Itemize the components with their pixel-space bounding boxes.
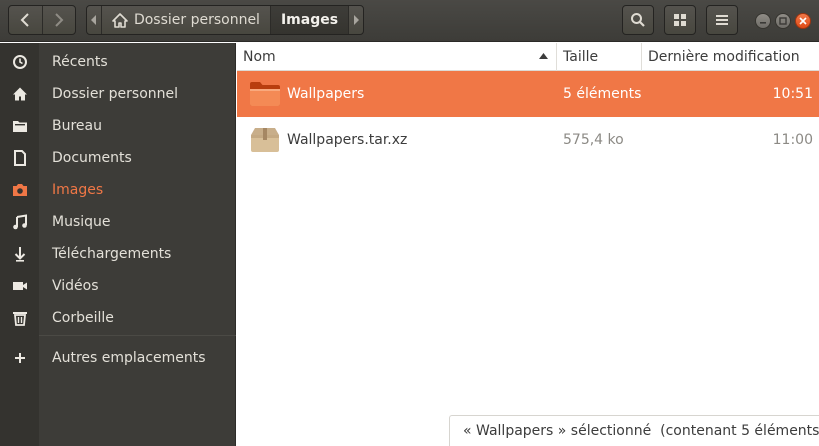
search-icon — [631, 13, 645, 27]
sidebar-item-home[interactable]: Dossier personnel — [0, 78, 236, 110]
file-modified: 11:00 — [772, 132, 813, 148]
file-name: Wallpapers — [287, 86, 365, 102]
minimize-icon — [760, 22, 766, 24]
file-size: 5 éléments — [563, 86, 642, 102]
selection-status-text: « Wallpapers » sélectionné (contenant 5 … — [463, 423, 819, 439]
plus-icon — [0, 352, 39, 364]
folder-icon — [249, 71, 285, 117]
sidebar-item-pictures[interactable]: Images — [0, 174, 236, 206]
sidebar-item-trash[interactable]: Corbeille — [0, 302, 236, 334]
path-scroll-left-button[interactable] — [87, 6, 102, 34]
search-button[interactable] — [622, 5, 654, 35]
close-button[interactable] — [795, 13, 811, 29]
hamburger-menu-icon — [716, 15, 728, 25]
breadcrumb-current-label: Images — [280, 12, 339, 28]
home-icon — [0, 86, 39, 102]
navigation-buttons — [8, 5, 76, 35]
sidebar-item-label: Bureau — [52, 118, 102, 134]
sidebar-item-recents[interactable]: Récents — [0, 46, 236, 78]
sidebar-item-label: Images — [52, 182, 104, 198]
file-name: Wallpapers.tar.xz — [287, 132, 408, 148]
document-icon — [0, 150, 39, 166]
archive-icon — [249, 117, 285, 163]
forward-button[interactable] — [41, 6, 76, 34]
sidebar-item-other-locations[interactable]: Autres emplacements — [0, 342, 236, 374]
minimize-button[interactable] — [755, 13, 771, 29]
maximize-icon — [779, 17, 787, 25]
header-bar: Dossier personnel Images — [0, 0, 819, 42]
column-header-modified[interactable]: Dernière modification — [642, 43, 819, 71]
download-icon — [0, 246, 39, 262]
close-icon — [799, 17, 807, 25]
column-header-size-label: Taille — [563, 49, 599, 65]
breadcrumb-home[interactable]: Dossier personnel — [102, 6, 270, 34]
breadcrumb-current[interactable]: Images — [269, 6, 349, 34]
sidebar-item-videos[interactable]: Vidéos — [0, 270, 236, 302]
sidebar-divider — [39, 335, 236, 336]
column-header-size[interactable]: Taille — [557, 43, 642, 71]
clock-icon — [0, 54, 39, 70]
sidebar-item-label: Musique — [52, 214, 111, 230]
view-mode-button[interactable] — [664, 5, 696, 35]
sidebar-item-label: Corbeille — [52, 310, 114, 326]
list-header: Nom Taille Dernière modification — [237, 43, 819, 71]
chevron-left-icon — [20, 13, 29, 27]
chevron-right-icon — [55, 13, 64, 27]
selection-status: « Wallpapers » sélectionné (contenant 5 … — [449, 415, 819, 446]
sidebar-item-label: Dossier personnel — [52, 86, 179, 102]
path-scroll-right-button[interactable] — [348, 6, 363, 34]
triangle-right-icon — [354, 15, 360, 25]
column-header-name-label: Nom — [243, 49, 276, 65]
sort-ascending-icon — [539, 52, 548, 62]
triangle-left-icon — [90, 15, 96, 25]
sidebar-item-label: Documents — [52, 150, 132, 166]
maximize-button[interactable] — [775, 13, 791, 29]
home-icon — [112, 12, 128, 28]
folder-icon — [0, 119, 39, 133]
sidebar-item-label: Récents — [52, 54, 108, 70]
back-button[interactable] — [9, 6, 42, 34]
column-header-modified-label: Dernière modification — [648, 49, 800, 65]
sidebar-item-label: Vidéos — [52, 278, 99, 294]
sidebar-item-label: Téléchargements — [52, 246, 172, 262]
video-icon — [0, 280, 39, 292]
file-row-wallpapers[interactable]: Wallpapers 5 éléments 10:51 — [237, 71, 819, 117]
camera-icon — [0, 183, 39, 197]
music-icon — [0, 214, 39, 230]
breadcrumb-home-label: Dossier personnel — [133, 12, 260, 28]
grid-icon — [674, 14, 686, 26]
sidebar-item-label: Autres emplacements — [52, 350, 206, 366]
path-bar: Dossier personnel Images — [86, 5, 364, 35]
sidebar-item-documents[interactable]: Documents — [0, 142, 236, 174]
file-modified: 10:51 — [772, 86, 813, 102]
menu-button[interactable] — [706, 5, 738, 35]
sidebar-item-desktop[interactable]: Bureau — [0, 110, 236, 142]
column-header-name[interactable]: Nom — [237, 43, 557, 71]
trash-icon — [0, 310, 39, 326]
sidebar-item-downloads[interactable]: Téléchargements — [0, 238, 236, 270]
file-row-wallpapers-archive[interactable]: Wallpapers.tar.xz 575,4 ko 11:00 — [237, 117, 819, 163]
sidebar-item-music[interactable]: Musique — [0, 206, 236, 238]
file-size: 575,4 ko — [563, 132, 624, 148]
